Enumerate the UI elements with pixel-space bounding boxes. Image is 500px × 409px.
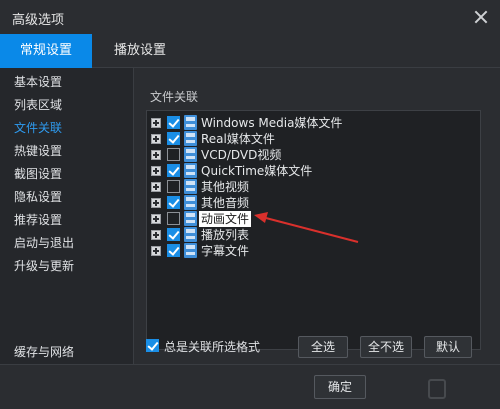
file-type-icon bbox=[184, 163, 197, 178]
list-item-label: 字幕文件 bbox=[201, 244, 250, 258]
list-item-label: 播放列表 bbox=[201, 228, 250, 242]
list-item-label: 动画文件 bbox=[199, 211, 252, 227]
checkbox[interactable] bbox=[167, 228, 180, 241]
sidebar-item-privacy[interactable]: 隐私设置 bbox=[14, 187, 62, 207]
checkbox[interactable] bbox=[167, 116, 180, 129]
sidebar-item-startup-exit[interactable]: 启动与退出 bbox=[14, 233, 74, 253]
list-item[interactable]: 其他视频 bbox=[151, 179, 471, 195]
dialog-footer: 确定 bbox=[0, 364, 500, 409]
file-type-icon bbox=[184, 147, 197, 162]
expand-icon[interactable] bbox=[151, 198, 161, 208]
checkbox[interactable] bbox=[167, 196, 180, 209]
sidebar: 基本设置 列表区域 文件关联 热键设置 截图设置 隐私设置 推荐设置 启动与退出… bbox=[0, 68, 134, 364]
list-item[interactable]: 字幕文件 bbox=[151, 243, 471, 259]
select-none-button[interactable]: 全不选 bbox=[360, 336, 412, 358]
file-type-list: Windows Media媒体文件 Real媒体文件 VCD/DVD视频 Qui… bbox=[146, 110, 481, 350]
expand-icon[interactable] bbox=[151, 166, 161, 176]
checkbox[interactable] bbox=[167, 164, 180, 177]
sidebar-item-hotkeys[interactable]: 热键设置 bbox=[14, 141, 62, 161]
always-associate-label: 总是关联所选格式 bbox=[164, 340, 261, 354]
file-type-icon bbox=[184, 131, 197, 146]
checkbox[interactable] bbox=[167, 244, 180, 257]
list-item-label: 其他视频 bbox=[201, 180, 250, 194]
ok-button[interactable]: 确定 bbox=[314, 375, 366, 399]
tab-bar: 常规设置 播放设置 bbox=[0, 34, 500, 68]
list-item[interactable]: VCD/DVD视频 bbox=[151, 147, 471, 163]
sidebar-item-file-association[interactable]: 文件关联 bbox=[14, 118, 62, 138]
file-type-icon bbox=[184, 243, 197, 258]
expand-icon[interactable] bbox=[151, 246, 161, 256]
sidebar-item-list-area[interactable]: 列表区域 bbox=[14, 95, 62, 115]
list-item[interactable]: Real媒体文件 bbox=[151, 131, 471, 147]
list-item-label: Windows Media媒体文件 bbox=[201, 116, 343, 130]
list-item-label: VCD/DVD视频 bbox=[201, 148, 282, 162]
checkbox[interactable] bbox=[167, 132, 180, 145]
sidebar-item-upgrade[interactable]: 升级与更新 bbox=[14, 256, 74, 276]
select-all-button[interactable]: 全选 bbox=[298, 336, 348, 358]
checkbox[interactable] bbox=[167, 212, 180, 225]
always-associate-checkbox[interactable] bbox=[146, 339, 159, 352]
file-type-icon bbox=[184, 211, 197, 226]
tab-playback-settings[interactable]: 播放设置 bbox=[100, 34, 180, 68]
file-association-panel: 文件关联 Windows Media媒体文件 Real媒体文件 VCD/DVD视… bbox=[134, 68, 500, 364]
tab-general-settings[interactable]: 常规设置 bbox=[0, 34, 92, 68]
sidebar-item-cache-network[interactable]: 缓存与网络 bbox=[14, 343, 74, 360]
expand-icon[interactable] bbox=[151, 150, 161, 160]
file-type-icon bbox=[184, 115, 197, 130]
list-item-label: 其他音频 bbox=[201, 196, 250, 210]
checkbox[interactable] bbox=[167, 180, 180, 193]
list-item[interactable]: Windows Media媒体文件 bbox=[151, 115, 471, 131]
list-item-highlighted[interactable]: 动画文件 bbox=[151, 211, 471, 227]
window-title: 高级选项 bbox=[12, 13, 65, 28]
watermark-icon bbox=[428, 379, 446, 399]
expand-icon[interactable] bbox=[151, 182, 161, 192]
list-item-label: Real媒体文件 bbox=[201, 132, 275, 146]
expand-icon[interactable] bbox=[151, 134, 161, 144]
title-bar: 高级选项 bbox=[0, 0, 500, 34]
list-item[interactable]: 其他音频 bbox=[151, 195, 471, 211]
file-type-icon bbox=[184, 179, 197, 194]
expand-icon[interactable] bbox=[151, 214, 161, 224]
default-button[interactable]: 默认 bbox=[424, 336, 472, 358]
list-item[interactable]: 播放列表 bbox=[151, 227, 471, 243]
checkbox[interactable] bbox=[167, 148, 180, 161]
list-item-label: QuickTime媒体文件 bbox=[201, 164, 313, 178]
sidebar-item-recommend[interactable]: 推荐设置 bbox=[14, 210, 62, 230]
sidebar-item-screenshot[interactable]: 截图设置 bbox=[14, 164, 62, 184]
expand-icon[interactable] bbox=[151, 230, 161, 240]
list-item[interactable]: QuickTime媒体文件 bbox=[151, 163, 471, 179]
close-icon[interactable] bbox=[472, 8, 490, 26]
section-label: 文件关联 bbox=[150, 90, 199, 104]
file-type-icon bbox=[184, 227, 197, 242]
sidebar-item-basic[interactable]: 基本设置 bbox=[14, 72, 62, 92]
file-type-icon bbox=[184, 195, 197, 210]
expand-icon[interactable] bbox=[151, 118, 161, 128]
